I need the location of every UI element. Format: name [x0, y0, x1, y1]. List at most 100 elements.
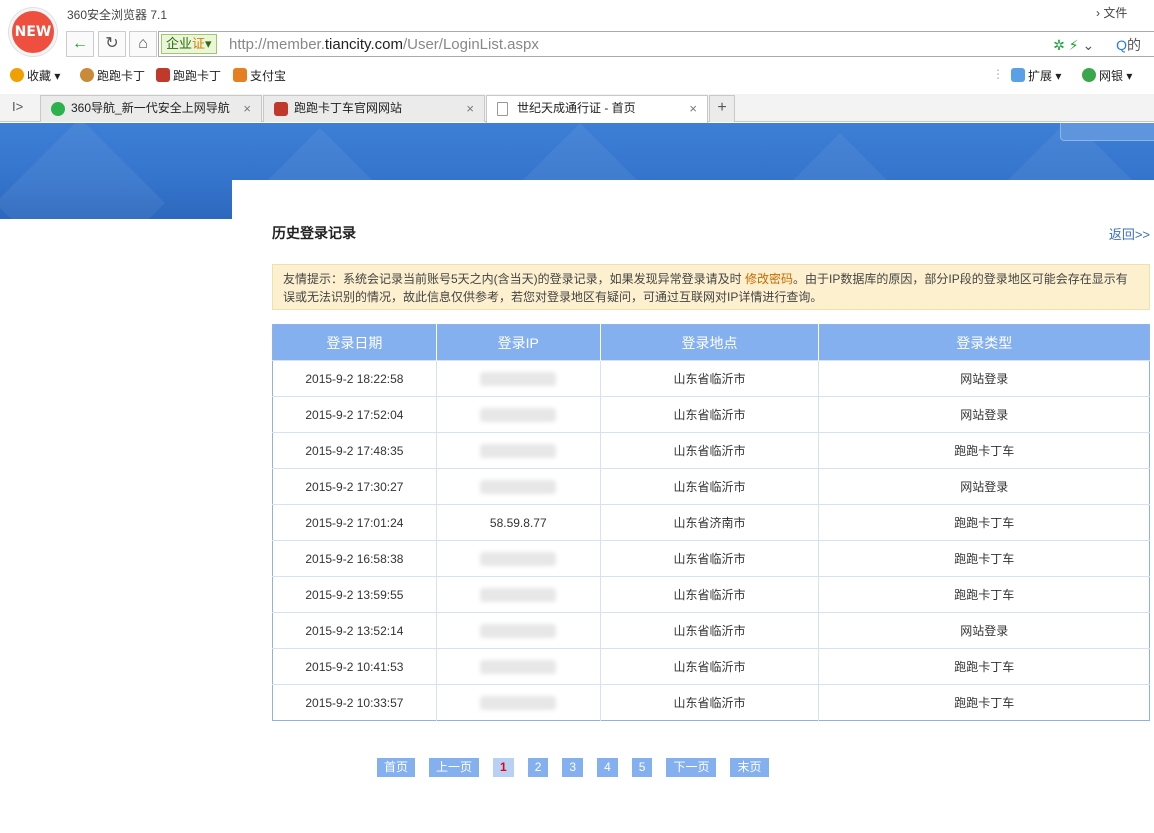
url-field[interactable]: http://member.tiancity.com/User/LoginLis… [229, 36, 539, 53]
page-link[interactable]: 1 [493, 758, 514, 777]
page-link[interactable]: 5 [631, 758, 653, 777]
table-row: 2015-9-2 10:33:57 山东省临沂市 跑跑卡丁车 [272, 684, 1150, 721]
cell-date: 2015-9-2 16:58:38 [272, 540, 437, 577]
table-row: 2015-9-2 17:30:27 山东省临沂市 网站登录 [272, 468, 1150, 505]
cell-type: 网站登录 [818, 468, 1150, 505]
tab-title: 世纪天成通行证 - 首页 [517, 101, 636, 115]
main-content: 历史登录记录 返回>> 友情提示：系统会记录当前账号5天之内(含当天)的登录记录… [232, 180, 1154, 833]
table-row: 2015-9-2 18:22:58 山东省临沂市 网站登录 [272, 360, 1150, 397]
close-icon[interactable]: × [243, 96, 251, 121]
cell-location: 山东省临沂市 [600, 540, 820, 577]
ip-redacted [480, 443, 557, 458]
page-link[interactable]: 末页 [730, 758, 769, 777]
ip-redacted [480, 371, 557, 386]
page-link[interactable]: 下一页 [666, 758, 717, 777]
cell-type: 跑跑卡丁车 [818, 540, 1150, 577]
toolbar-separator: ⋮ [992, 67, 1004, 81]
monkey-icon [80, 68, 94, 82]
cell-location: 山东省临沂市 [600, 684, 820, 721]
cell-location: 山东省临沂市 [600, 612, 820, 649]
cell-date: 2015-9-2 17:01:24 [272, 504, 437, 541]
page-link[interactable]: 上一页 [429, 758, 480, 777]
file-menu[interactable]: › 文件 [1096, 4, 1127, 21]
cell-type: 跑跑卡丁车 [818, 432, 1150, 469]
security-center-button[interactable] [1060, 123, 1154, 141]
page-link[interactable]: 首页 [377, 758, 416, 777]
enterprise-cert-badge[interactable]: 企业证▾ [161, 34, 217, 54]
back-button[interactable]: ← [66, 31, 94, 57]
cell-date: 2015-9-2 10:41:53 [272, 648, 437, 685]
home-button[interactable]: ⌂ [129, 31, 157, 57]
page-title: 历史登录记录 [272, 225, 356, 241]
navigation-bar: ← ↻ ⌂ 企业证▾ http://member.tiancity.com/Us… [0, 28, 1154, 60]
file-menu-label[interactable]: 文件 [1103, 6, 1127, 20]
cell-ip: 58.59.8.77 [436, 504, 601, 541]
netbank-label: 网银 [1099, 69, 1124, 83]
cell-ip [436, 540, 601, 577]
column-header-date: 登录日期 [272, 324, 437, 361]
extensions-menu[interactable]: 扩展 ▾ [1011, 67, 1061, 84]
tab-tiancity-home[interactable]: 世纪天成通行证 - 首页 × [486, 95, 708, 123]
search-hint[interactable]: 的 [1127, 37, 1141, 53]
cell-type: 网站登录 [818, 360, 1150, 397]
grid-icon [1011, 68, 1025, 82]
cell-type: 网站登录 [818, 396, 1150, 433]
cell-type: 跑跑卡丁车 [818, 684, 1150, 721]
title-bar: 360安全浏览器 7.1 › 文件 [0, 0, 1154, 28]
security-icon[interactable]: ✲ [1053, 37, 1065, 53]
close-icon[interactable]: × [689, 96, 697, 121]
table-header-row: 登录日期 登录IP 登录地点 登录类型 [272, 324, 1150, 361]
refresh-button[interactable]: ↻ [98, 31, 126, 57]
url-prefix: http://member. [229, 36, 325, 53]
bookmark-label: 支付宝 [250, 69, 287, 83]
page-link[interactable]: 2 [527, 758, 549, 777]
speed-mode-icon[interactable]: ⚡ [1069, 37, 1079, 53]
cell-location: 山东省临沂市 [600, 468, 820, 505]
close-icon[interactable]: × [466, 96, 474, 121]
cell-ip [436, 684, 601, 721]
cell-date: 2015-9-2 13:59:55 [272, 576, 437, 613]
ip-redacted [480, 587, 557, 602]
cell-ip [436, 396, 601, 433]
table-row: 2015-9-2 17:52:04 山东省临沂市 网站登录 [272, 396, 1150, 433]
cell-date: 2015-9-2 13:52:14 [272, 612, 437, 649]
cell-date: 2015-9-2 17:48:35 [272, 432, 437, 469]
extensions-label: 扩展 [1028, 69, 1053, 83]
back-link[interactable]: 返回>> [1109, 224, 1150, 243]
page-link[interactable]: 4 [597, 758, 618, 777]
bookmark-favorites[interactable]: 收藏 ▾ [10, 67, 60, 84]
new-tab-button[interactable]: + [709, 95, 735, 122]
notice-box: 友情提示：系统会记录当前账号5天之内(含当天)的登录记录，如果发现异常登录请及时… [272, 264, 1150, 310]
url-path: /User/LoginList.aspx [402, 36, 539, 53]
tab-popkart[interactable]: 跑跑卡丁车官网网站 × [263, 95, 485, 122]
cell-ip [436, 576, 601, 613]
sidebar-toggle-icon[interactable]: I> [12, 99, 23, 114]
search-icon[interactable]: Q [1116, 37, 1127, 53]
tab-360-nav[interactable]: 360导航_新一代安全上网导航 × [40, 95, 262, 122]
browser-logo-icon[interactable]: NEW [9, 8, 57, 56]
netbank-menu[interactable]: 网银 ▾ [1082, 67, 1132, 84]
cell-ip [436, 360, 601, 397]
change-password-link[interactable]: 修改密码 [745, 272, 793, 286]
star-icon [10, 68, 24, 82]
page-link[interactable]: 3 [562, 758, 584, 777]
cell-ip [436, 648, 601, 685]
bookmark-popkart-2[interactable]: 跑跑卡丁 [156, 67, 221, 84]
cell-location: 山东省济南市 [600, 504, 820, 541]
cell-date: 2015-9-2 18:22:58 [272, 360, 437, 397]
column-header-type: 登录类型 [818, 324, 1150, 361]
pagination: 首页 上一页 1 2 3 4 5 下一页 末页 [377, 758, 783, 778]
bookmark-label: 收藏 [27, 69, 52, 83]
cell-location: 山东省临沂市 [600, 648, 820, 685]
table-row: 2015-9-2 17:01:24 58.59.8.77 山东省济南市 跑跑卡丁车 [272, 504, 1150, 541]
ip-redacted [480, 623, 557, 638]
cell-ip [436, 612, 601, 649]
dropdown-chevron-icon[interactable]: ⌄ [1082, 37, 1094, 53]
bookmark-popkart-1[interactable]: 跑跑卡丁 [80, 67, 145, 84]
bookmark-label: 跑跑卡丁 [173, 69, 222, 83]
cell-location: 山东省临沂市 [600, 576, 820, 613]
bookmark-alipay[interactable]: 支付宝 [233, 67, 286, 84]
tab-title: 跑跑卡丁车官网网站 [294, 101, 403, 115]
app-title: 360安全浏览器 7.1 [67, 8, 168, 22]
address-bar[interactable]: 企业证▾ http://member.tiancity.com/User/Log… [158, 31, 1154, 57]
